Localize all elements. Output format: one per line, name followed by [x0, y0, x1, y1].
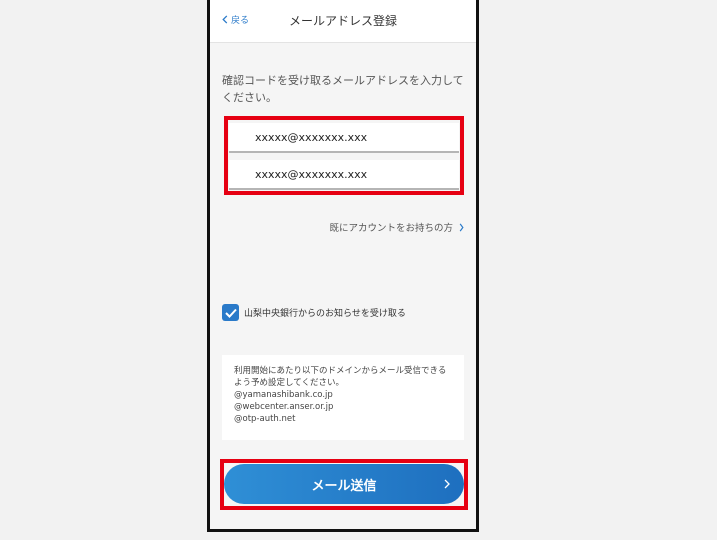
chevron-right-icon	[459, 223, 464, 231]
send-email-button[interactable]: メール送信	[224, 464, 464, 504]
domain-notice: 利用開始にあたり以下のドメインからメール受信できるよう予め設定してください。 @…	[222, 355, 464, 440]
email-field[interactable]	[229, 123, 459, 153]
email-confirm-field[interactable]	[229, 160, 459, 190]
chevron-right-icon	[444, 479, 450, 489]
domain-item: @yamanashibank.co.jp	[234, 390, 333, 400]
notice-text: 利用開始にあたり以下のドメインからメール受信できるよう予め設定してください。	[234, 366, 447, 388]
instruction-text: 確認コードを受け取るメールアドレスを入力してください。	[222, 74, 464, 104]
existing-account-link[interactable]: 既にアカウントをお持ちの方	[329, 220, 464, 234]
opt-in-label: 山梨中央銀行からのお知らせを受け取る	[244, 309, 406, 319]
checkmark-icon	[224, 308, 237, 318]
page-title: メールアドレス登録	[288, 14, 397, 28]
opt-in-checkbox[interactable]	[222, 304, 239, 321]
send-email-label: メール送信	[311, 478, 377, 494]
domain-item: @otp-auth.net	[234, 414, 296, 424]
domain-item: @webcenter.anser.or.jp	[234, 402, 334, 412]
phone-screen: 戻る メールアドレス登録 確認コードを受け取るメールアドレスを入力してください。…	[207, 0, 479, 532]
app-header: 戻る メールアドレス登録	[210, 0, 476, 43]
opt-in-row: 山梨中央銀行からのお知らせを受け取る	[222, 304, 406, 321]
email-input-group	[224, 116, 464, 195]
existing-account-label: 既にアカウントをお持ちの方	[329, 223, 453, 234]
